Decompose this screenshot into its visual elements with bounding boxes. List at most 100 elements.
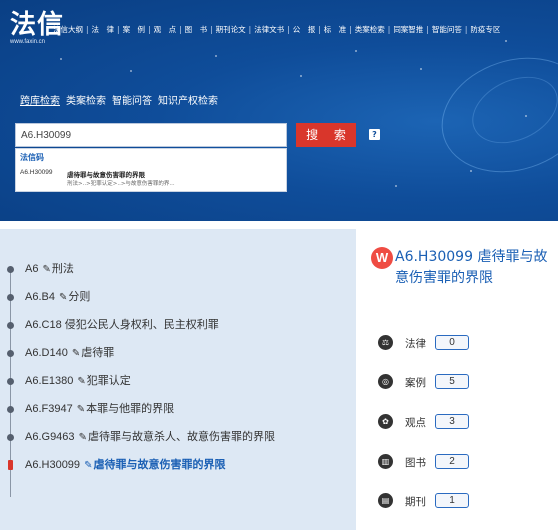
stat-label: 法律 — [405, 338, 426, 350]
top-nav-item[interactable]: 防疫专区 — [470, 24, 500, 35]
suggestion-item[interactable]: A6.H30099 虐待罪与故意伤害罪的界限 刑法>..>犯罪认定>..>与故意… — [20, 169, 282, 189]
stat-label: 观点 — [405, 417, 426, 429]
top-nav-item[interactable]: 案 例 — [123, 24, 146, 35]
search-suggestion-dropdown: 法信码 A6.H30099 虐待罪与故意伤害罪的界限 刑法>..>犯罪认定>..… — [15, 148, 287, 192]
tree-bullet — [7, 378, 14, 385]
stat-count-badge[interactable]: 0 — [435, 335, 469, 350]
tree-node[interactable]: A6.D140 ✎虐待罪 — [0, 344, 356, 362]
node-code-text: A6.F3947 — [25, 403, 76, 415]
nav-separator: | — [148, 24, 151, 34]
top-nav-item[interactable]: 期刊论文 — [216, 24, 246, 35]
decor-star — [420, 68, 422, 70]
tree-node-label[interactable]: 虐待罪与故意杀人、故意伤害罪的界限 — [88, 431, 275, 443]
search-input[interactable]: A6.H30099 — [15, 123, 287, 147]
pencil-icon: ✎ — [78, 432, 87, 443]
pencil-icon: ✎ — [84, 460, 93, 471]
nav-separator: | — [426, 24, 429, 34]
stat-count-badge[interactable]: 1 — [435, 493, 469, 508]
tree-node[interactable]: A6.C18 侵犯公民人身权利、民主权利罪 — [0, 316, 356, 334]
nav-separator: | — [210, 24, 213, 34]
nav-separator: | — [86, 24, 89, 34]
tree-node-code: A6.E1380 ✎犯罪认定 — [25, 372, 131, 391]
stat-count-badge[interactable]: 2 — [435, 454, 469, 469]
tree-node-label[interactable]: 犯罪认定 — [87, 375, 131, 387]
top-nav-item[interactable]: 类案检索 — [355, 24, 385, 35]
faxin-logo-icon: W — [371, 247, 393, 269]
tree-node[interactable]: A6 ✎刑法 — [0, 260, 356, 278]
suggestion-code: A6.H30099 — [20, 169, 53, 176]
node-code-text: A6.C18 — [25, 319, 65, 331]
top-nav-item[interactable]: 标 准 — [324, 24, 347, 35]
tree-node-code: A6.B4 ✎分则 — [25, 288, 90, 307]
tree-node-label[interactable]: 刑法 — [52, 263, 74, 275]
tree-node-code: A6.F3947 ✎本罪与他罪的界限 — [25, 400, 174, 419]
tree-node-code: A6.D140 ✎虐待罪 — [25, 344, 114, 363]
top-nav-item[interactable]: 法 律 — [92, 24, 115, 35]
stat-row[interactable]: ⚖ 法律 0 — [378, 332, 548, 354]
decor-star — [525, 115, 527, 117]
tree-node[interactable]: A6.B4 ✎分则 — [0, 288, 356, 306]
stat-count-badge[interactable]: 3 — [435, 414, 469, 429]
tree-node-label[interactable]: 分则 — [68, 291, 90, 303]
opinion-icon: ✿ — [378, 414, 393, 429]
stat-row[interactable]: ✿ 观点 3 — [378, 411, 548, 433]
top-nav-item[interactable]: 同案智推 — [393, 24, 423, 35]
suggestion-path: 刑法>..>犯罪认定>..>与故意伤害罪的界... — [67, 181, 175, 187]
active-node-marker — [8, 460, 13, 470]
decor-star — [470, 170, 472, 172]
tree-node[interactable]: A6.G9463 ✎虐待罪与故意杀人、故意伤害罪的界限 — [0, 428, 356, 446]
tree-node-code: A6.G9463 ✎虐待罪与故意杀人、故意伤害罪的界限 — [25, 428, 275, 447]
nav-separator: | — [179, 24, 182, 34]
tree-node-label[interactable]: 本罪与他罪的界限 — [86, 403, 174, 415]
tree-bullet — [7, 322, 14, 329]
node-code-text: A6.G9463 — [25, 431, 78, 443]
decor-star — [395, 185, 397, 187]
top-nav-item[interactable]: 公 报 — [293, 24, 316, 35]
search-button[interactable]: 搜 索 — [296, 123, 356, 147]
pencil-icon: ✎ — [59, 292, 68, 303]
decor-star — [300, 75, 302, 77]
stat-count-badge[interactable]: 5 — [435, 374, 469, 389]
stat-label: 期刊 — [405, 496, 426, 508]
stat-row[interactable]: ▥ 图书 2 — [378, 451, 548, 473]
tree-bullet — [7, 294, 14, 301]
node-code-text: A6.E1380 — [25, 375, 77, 387]
nav-separator: | — [387, 24, 391, 34]
tree-bullet — [7, 350, 14, 357]
tree-node-label[interactable]: 侵犯公民人身权利、民主权利罪 — [65, 319, 219, 331]
decor-star — [215, 55, 217, 57]
journal-icon: ▤ — [378, 493, 393, 508]
decor-star — [60, 58, 62, 60]
tree-node[interactable]: A6.E1380 ✎犯罪认定 — [0, 372, 356, 390]
search-mode-tab[interactable]: 知识产权检索 — [158, 92, 218, 107]
top-nav-item[interactable]: 观 点 — [154, 24, 177, 35]
nav-separator: | — [117, 24, 120, 34]
search-mode-tab[interactable]: 类案检索 — [66, 92, 106, 107]
top-nav-item[interactable]: 法律文书 — [254, 24, 284, 35]
search-mode-tab[interactable]: 智能问答 — [112, 92, 152, 107]
nav-separator: | — [287, 24, 290, 34]
tree-node[interactable]: A6.F3947 ✎本罪与他罪的界限 — [0, 400, 356, 418]
tree-node-label[interactable]: 虐待罪与故意伤害罪的界限 — [94, 459, 226, 471]
stat-row[interactable]: ▤ 期刊 1 — [378, 490, 548, 512]
top-nav-item[interactable]: 法信大纲 — [53, 24, 83, 35]
tree-node-code: A6 ✎刑法 — [25, 260, 74, 279]
suggestion-heading: 法信码 — [20, 153, 44, 162]
tree-node-label[interactable]: 虐待罪 — [81, 347, 114, 359]
help-icon[interactable]: ? — [369, 129, 380, 140]
outline-tree: A6 ✎刑法 A6.B4 ✎分则 A6.C18 侵犯公民人身权利、民主权利罪 A6.D… — [0, 229, 356, 530]
search-mode-tab[interactable]: 跨库检索 — [20, 92, 60, 107]
stat-row[interactable]: ◎ 案例 5 — [378, 371, 548, 393]
top-nav-item[interactable]: 图 书 — [185, 24, 208, 35]
decor-star — [355, 50, 357, 52]
suggestion-title: 虐待罪与故意伤害罪的界限 — [67, 171, 145, 179]
decor-star — [505, 40, 507, 42]
top-nav-item[interactable]: 智能问答 — [432, 24, 462, 35]
tree-node[interactable]: A6.H30099 ✎虐待罪与故意伤害罪的界限 — [0, 456, 356, 474]
header-banner: 法信 www.faxin.cn 法信大纲 | 法 律 | 案 例 | 观 点 | 图 书 | 期刊论… — [0, 0, 558, 221]
tree-node-code: A6.H30099 ✎虐待罪与故意伤害罪的界限 — [25, 456, 226, 475]
case-icon: ◎ — [378, 374, 393, 389]
scale-icon: ⚖ — [378, 335, 393, 350]
top-nav: 法信大纲 | 法 律 | 案 例 | 观 点 | 图 书 | 期刊论文 | 法律文书 | 公 报 | 标 准 | 类… — [53, 22, 553, 36]
nav-separator: | — [248, 24, 252, 34]
